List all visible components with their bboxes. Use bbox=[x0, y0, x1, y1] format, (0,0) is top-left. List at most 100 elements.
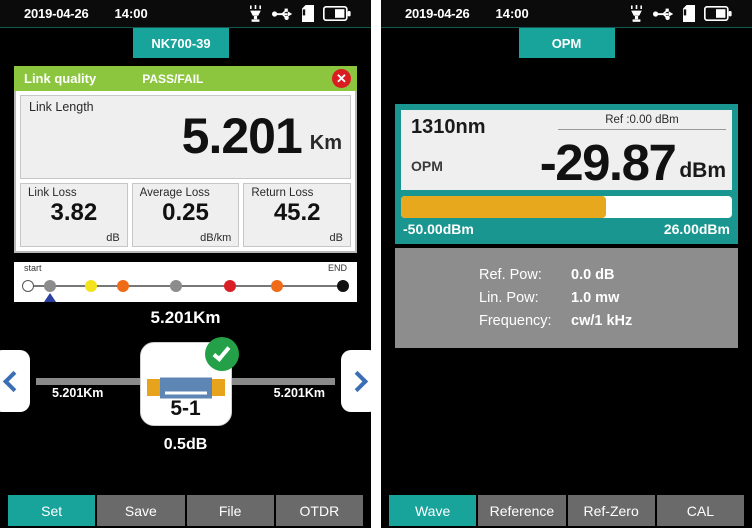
opm-readout: 1310nm Ref :0.00 dBm OPM -29.87 dBm bbox=[401, 110, 732, 190]
usb-icon bbox=[272, 7, 293, 21]
toolbar-otdr-button[interactable]: OTDR bbox=[275, 495, 363, 526]
map-event-dot[interactable] bbox=[337, 280, 349, 292]
link-loss-unit: dB bbox=[106, 232, 120, 244]
map-event-dot[interactable] bbox=[22, 280, 34, 292]
return-loss-value: 45.2 bbox=[273, 199, 321, 226]
chevron-left-icon bbox=[2, 370, 25, 392]
total-length-label: 5.201Km bbox=[150, 308, 221, 327]
opm-level-fill bbox=[401, 196, 607, 218]
metrics-container: Link Length 5.201 Km Link Loss 3.82 dB A… bbox=[14, 91, 357, 253]
status-bar-right: 2019-04-26 14:00 bbox=[381, 0, 752, 28]
opm-scale-min: -50.00dBm bbox=[403, 221, 474, 237]
average-loss-label: Average Loss bbox=[139, 187, 210, 199]
event-card[interactable]: 5-1 bbox=[139, 337, 239, 426]
map-end-label: END bbox=[327, 263, 347, 273]
toolbar-wave-button[interactable]: Wave bbox=[389, 495, 477, 526]
otdr-link-quality-screen: 2019-04-26 14:00 NK700-39 Link quality P… bbox=[0, 0, 371, 528]
sd-card-icon bbox=[302, 5, 314, 22]
battery-icon bbox=[704, 6, 732, 21]
toolbar-reference-button[interactable]: Reference bbox=[478, 495, 566, 526]
status-icon-group bbox=[629, 5, 740, 22]
device-tab-nk700[interactable]: NK700-39 bbox=[133, 28, 229, 58]
loss-metrics-row: Link Loss 3.82 dB Average Loss 0.25 dB/k… bbox=[20, 183, 352, 247]
tab-opm[interactable]: OPM bbox=[518, 28, 615, 58]
average-loss-value: 0.25 bbox=[162, 199, 209, 226]
info-value: cw/1 kHz bbox=[571, 313, 633, 329]
info-value: 1.0 mw bbox=[571, 290, 620, 306]
usb-icon bbox=[653, 7, 674, 21]
event-id-label: 5-1 bbox=[170, 397, 201, 420]
pass-fail-label: PASS/FAIL bbox=[142, 71, 204, 86]
opm-screen: 2019-04-26 14:00 OPM 1310nm Ref:0.00 dB… bbox=[381, 0, 752, 528]
status-bar-left: 2019-04-26 14:00 bbox=[0, 0, 371, 28]
link-length-unit: Km bbox=[309, 131, 342, 154]
event-left-distance: 5.201Km bbox=[52, 386, 104, 400]
link-quality-header: Link quality PASS/FAIL ✕ bbox=[14, 66, 357, 91]
link-length-card: Link Length 5.201 Km bbox=[20, 95, 351, 179]
event-loss-label: 0.5dB bbox=[163, 436, 208, 453]
reference-label: Ref :0.00 dBm bbox=[558, 114, 726, 130]
status-date: 2019-04-26 bbox=[24, 6, 89, 21]
toolbar-left: Set Save File OTDR bbox=[0, 495, 371, 528]
map-start-label: start bbox=[24, 263, 42, 273]
info-key: Lin. Pow: bbox=[479, 290, 539, 306]
status-date: 2019-04-26 bbox=[405, 6, 470, 21]
map-event-dot[interactable] bbox=[85, 280, 97, 292]
opm-power-value: -29.87 bbox=[539, 134, 677, 192]
toolbar-set-button[interactable]: Set bbox=[8, 495, 96, 526]
connector-icon bbox=[146, 377, 225, 398]
dual-screenshot-stage: 2019-04-26 14:00 NK700-39 Link quality P… bbox=[0, 0, 752, 528]
toolbar-cal-button[interactable]: CAL bbox=[656, 495, 744, 526]
prev-event-button[interactable] bbox=[0, 350, 30, 412]
toolbar-right: Wave Reference Ref-Zero CAL bbox=[381, 495, 752, 528]
info-row: Lin. Pow: 1.0 mw bbox=[479, 290, 738, 306]
event-detail-area: 5.201Km 5.201Km 5-1 bbox=[0, 334, 371, 434]
event-map-strip[interactable]: start END bbox=[14, 262, 357, 302]
wavelength-label[interactable]: 1310nm bbox=[411, 116, 486, 139]
opm-scale-max: 26.00dBm bbox=[663, 221, 730, 237]
opm-mode-label: OPM bbox=[411, 158, 443, 174]
status-icon-group bbox=[248, 5, 359, 22]
link-quality-title: Link quality bbox=[24, 71, 97, 86]
info-row: Frequency: cw/1 kHz bbox=[479, 313, 738, 329]
map-event-dot[interactable] bbox=[170, 280, 183, 292]
laser-source-icon bbox=[629, 5, 644, 22]
map-fiber-line bbox=[28, 285, 343, 287]
battery-icon bbox=[323, 6, 351, 21]
average-loss-card: Average Loss 0.25 dB/km bbox=[131, 183, 240, 247]
map-cursor-marker[interactable] bbox=[44, 293, 57, 302]
info-value: 0.0 dB bbox=[571, 267, 615, 283]
status-time: 14:00 bbox=[495, 6, 529, 21]
opm-level-bar bbox=[401, 196, 732, 218]
opm-info-panel: Ref. Pow: 0.0 dB Lin. Pow: 1.0 mw Frequency:… bbox=[395, 248, 738, 348]
event-right-distance: 5.201Km bbox=[273, 386, 325, 400]
link-quality-panel: Link quality PASS/FAIL ✕ Link Length 5.2… bbox=[0, 58, 371, 253]
opm-value-row: -29.87 dBm bbox=[540, 136, 726, 190]
opm-scale-row: -50.00dBm 26.00dBm bbox=[401, 218, 732, 238]
average-loss-unit: dB/km bbox=[200, 232, 232, 244]
map-event-dot[interactable] bbox=[116, 280, 129, 292]
map-event-dot[interactable] bbox=[270, 280, 283, 292]
toolbar-save-button[interactable]: Save bbox=[97, 495, 185, 526]
map-event-dot[interactable] bbox=[44, 280, 57, 292]
info-key: Ref. Pow: bbox=[479, 267, 542, 283]
close-icon[interactable]: ✕ bbox=[332, 69, 351, 88]
status-time: 14:00 bbox=[114, 6, 148, 21]
link-loss-card: Link Loss 3.82 dB bbox=[20, 183, 128, 247]
link-loss-label: Link Loss bbox=[28, 187, 77, 199]
checkmark-glyph bbox=[212, 342, 231, 362]
info-row: Ref. Pow: 0.0 dB bbox=[479, 267, 738, 283]
map-event-dot[interactable] bbox=[223, 280, 236, 292]
info-key: Frequency: bbox=[479, 313, 552, 329]
return-loss-label: Return Loss bbox=[251, 187, 314, 199]
toolbar-file-button[interactable]: File bbox=[186, 495, 274, 526]
sd-card-icon bbox=[683, 5, 695, 22]
opm-power-unit: dBm bbox=[679, 159, 726, 182]
chevron-right-icon bbox=[346, 370, 369, 392]
return-loss-unit: dB bbox=[329, 232, 344, 244]
toolbar-ref-zero-button[interactable]: Ref-Zero bbox=[567, 495, 655, 526]
next-event-button[interactable] bbox=[341, 350, 371, 412]
tab-strip-left: NK700-39 bbox=[0, 28, 371, 58]
opm-panel: 1310nm Ref :0.00 dBm OPM -29.87 dBm -50.… bbox=[395, 104, 738, 244]
connector-core bbox=[159, 377, 212, 398]
